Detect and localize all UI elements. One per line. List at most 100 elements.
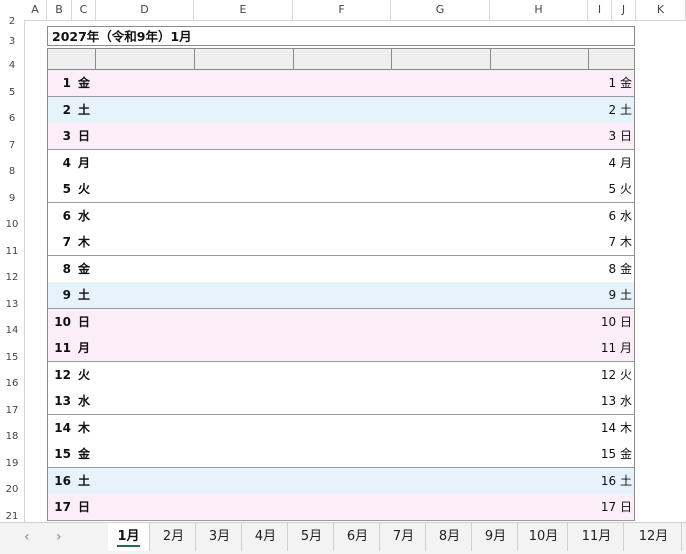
schedule-cell[interactable] [95, 335, 195, 362]
schedule-cell[interactable] [293, 441, 392, 468]
schedule-cell[interactable] [194, 176, 294, 203]
schedule-cell[interactable] [391, 414, 491, 442]
schedule-cell[interactable] [391, 149, 491, 177]
header-cell-e[interactable] [194, 48, 294, 70]
schedule-cell[interactable] [95, 202, 195, 230]
sheet-tab-7[interactable]: 7月 [382, 523, 426, 551]
row-header-20[interactable]: 20 [0, 484, 24, 495]
schedule-cell[interactable] [194, 388, 294, 415]
schedule-cell[interactable] [391, 123, 491, 150]
header-cell-right[interactable] [588, 48, 635, 70]
schedule-cell[interactable] [194, 494, 294, 521]
schedule-cell[interactable] [95, 96, 195, 124]
schedule-cell[interactable] [194, 123, 294, 150]
row-header-15[interactable]: 15 [0, 352, 24, 363]
row-header-4[interactable]: 4 [0, 60, 24, 71]
schedule-cell[interactable] [391, 361, 491, 389]
schedule-cell[interactable] [194, 282, 294, 309]
schedule-cell[interactable] [490, 494, 589, 521]
row-header-7[interactable]: 7 [0, 140, 24, 151]
schedule-cell[interactable] [391, 467, 491, 495]
schedule-cell[interactable] [293, 308, 392, 336]
schedule-cell[interactable] [95, 149, 195, 177]
schedule-cell[interactable] [490, 414, 589, 442]
schedule-cell[interactable] [95, 229, 195, 256]
sheet-tab-11[interactable]: 11月 [570, 523, 624, 551]
schedule-cell[interactable] [194, 441, 294, 468]
schedule-cell[interactable] [293, 494, 392, 521]
row-header-21[interactable]: 21 [0, 511, 24, 522]
sheet-tab-9[interactable]: 9月 [474, 523, 518, 551]
row-header-9[interactable]: 9 [0, 193, 24, 204]
schedule-cell[interactable] [490, 335, 589, 362]
schedule-cell[interactable] [194, 229, 294, 256]
schedule-cell[interactable] [490, 96, 589, 124]
column-header-e[interactable]: E [194, 0, 293, 20]
schedule-cell[interactable] [95, 361, 195, 389]
schedule-cell[interactable] [391, 388, 491, 415]
schedule-cell[interactable] [95, 70, 195, 97]
schedule-cell[interactable] [490, 361, 589, 389]
schedule-cell[interactable] [490, 176, 589, 203]
row-header-16[interactable]: 16 [0, 378, 24, 389]
schedule-cell[interactable] [293, 335, 392, 362]
schedule-cell[interactable] [293, 229, 392, 256]
calendar-title[interactable]: 2027年（令和9年）1月 [47, 26, 635, 46]
schedule-cell[interactable] [391, 282, 491, 309]
schedule-cell[interactable] [490, 70, 589, 97]
schedule-cell[interactable] [95, 123, 195, 150]
schedule-cell[interactable] [194, 202, 294, 230]
header-cell-h[interactable] [490, 48, 589, 70]
schedule-cell[interactable] [490, 388, 589, 415]
schedule-cell[interactable] [391, 494, 491, 521]
schedule-cell[interactable] [391, 335, 491, 362]
column-header-k[interactable]: K [636, 0, 686, 20]
sheet-tab-2[interactable]: 2月 [152, 523, 196, 551]
row-header-6[interactable]: 6 [0, 113, 24, 124]
row-header-19[interactable]: 19 [0, 458, 24, 469]
schedule-cell[interactable] [293, 255, 392, 283]
schedule-cell[interactable] [391, 229, 491, 256]
schedule-cell[interactable] [391, 176, 491, 203]
sheet-tab-12[interactable]: 12月 [626, 523, 682, 551]
schedule-cell[interactable] [293, 176, 392, 203]
schedule-cell[interactable] [293, 282, 392, 309]
column-header-g[interactable]: G [391, 0, 490, 20]
header-cell-f[interactable] [293, 48, 392, 70]
schedule-cell[interactable] [293, 123, 392, 150]
schedule-cell[interactable] [293, 96, 392, 124]
schedule-cell[interactable] [194, 414, 294, 442]
row-header-11[interactable]: 11 [0, 246, 24, 257]
schedule-cell[interactable] [95, 467, 195, 495]
row-header-17[interactable]: 17 [0, 405, 24, 416]
schedule-cell[interactable] [293, 202, 392, 230]
schedule-cell[interactable] [95, 441, 195, 468]
schedule-cell[interactable] [95, 414, 195, 442]
row-header-14[interactable]: 14 [0, 325, 24, 336]
schedule-cell[interactable] [490, 149, 589, 177]
schedule-cell[interactable] [391, 255, 491, 283]
header-cell-date[interactable] [47, 48, 96, 70]
sheet-tab-6[interactable]: 6月 [336, 523, 380, 551]
schedule-cell[interactable] [293, 414, 392, 442]
schedule-cell[interactable] [293, 149, 392, 177]
chevron-left-icon[interactable]: ‹ [24, 529, 30, 545]
row-header-18[interactable]: 18 [0, 431, 24, 442]
chevron-right-icon[interactable]: › [56, 529, 62, 545]
row-header-10[interactable]: 10 [0, 219, 24, 230]
row-header-12[interactable]: 12 [0, 272, 24, 283]
row-header-2[interactable]: 2 [0, 16, 24, 27]
schedule-cell[interactable] [490, 202, 589, 230]
schedule-cell[interactable] [490, 467, 589, 495]
schedule-cell[interactable] [194, 467, 294, 495]
schedule-cell[interactable] [95, 494, 195, 521]
schedule-cell[interactable] [293, 361, 392, 389]
sheet-tab-10[interactable]: 10月 [520, 523, 568, 551]
schedule-cell[interactable] [391, 308, 491, 336]
row-header-8[interactable]: 8 [0, 166, 24, 177]
schedule-cell[interactable] [293, 388, 392, 415]
schedule-cell[interactable] [391, 96, 491, 124]
schedule-cell[interactable] [194, 308, 294, 336]
column-header-d[interactable]: D [96, 0, 194, 20]
schedule-cell[interactable] [490, 229, 589, 256]
